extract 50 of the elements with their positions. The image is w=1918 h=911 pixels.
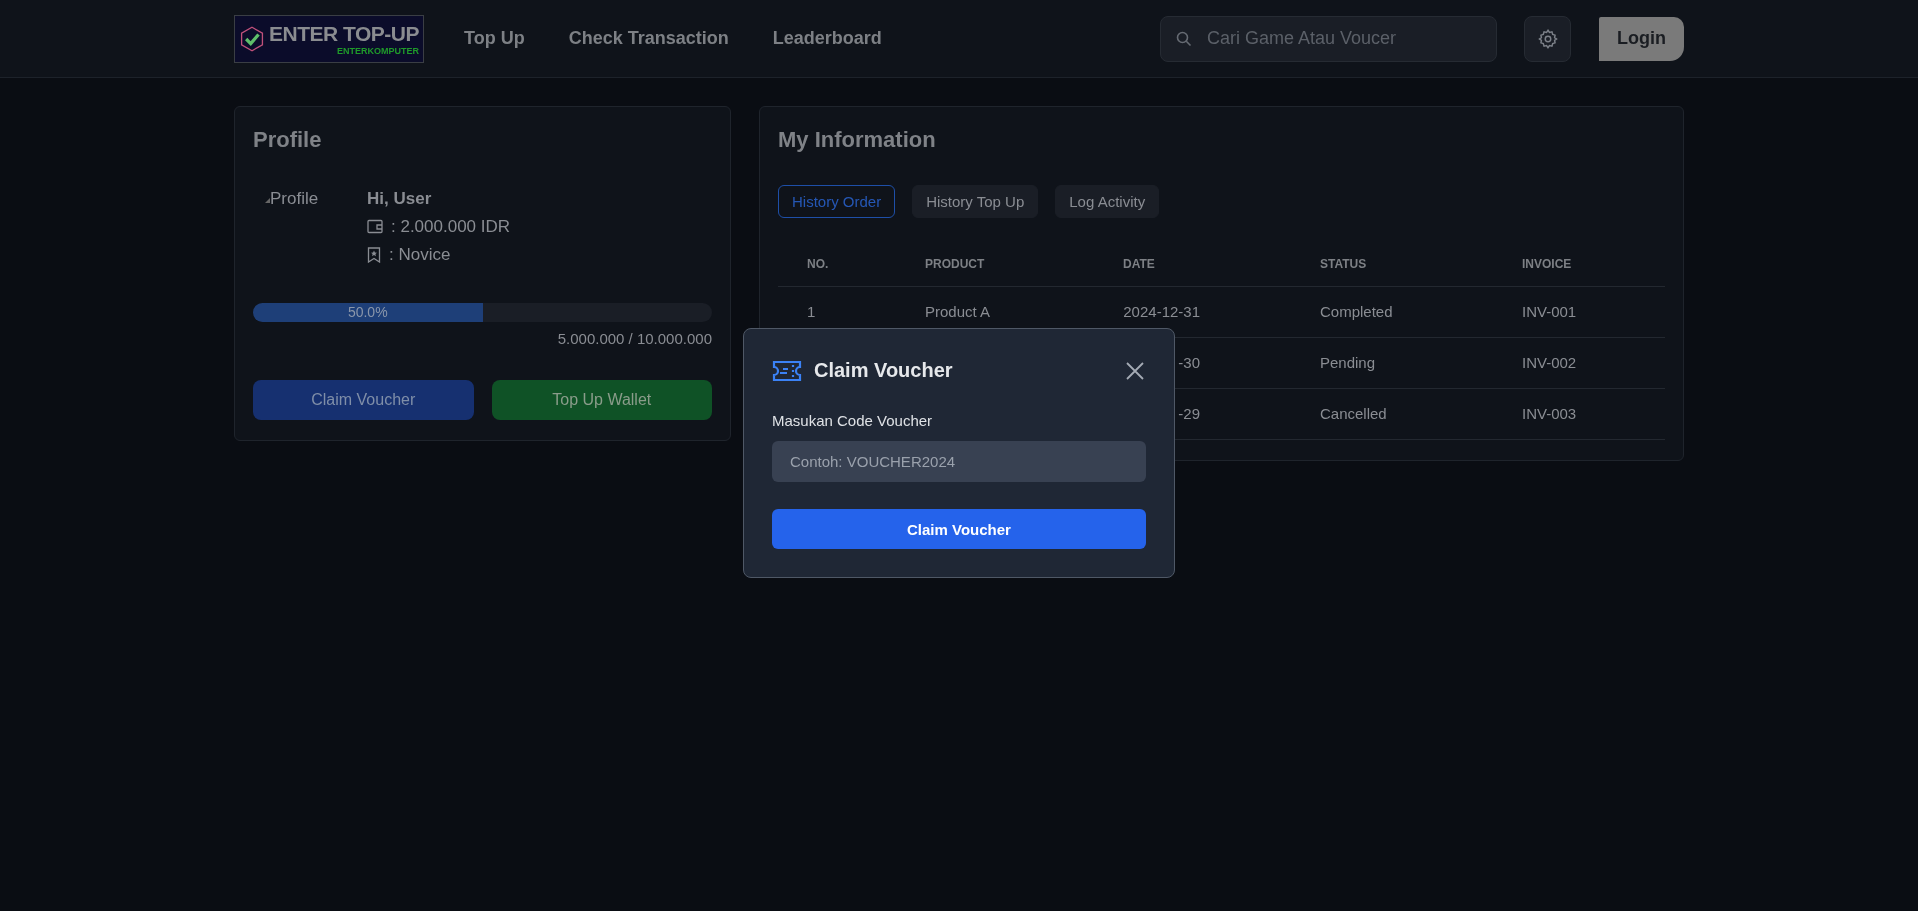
greeting: Hi, User (367, 188, 433, 209)
nav-link[interactable]: Leaderboard (772, 28, 882, 49)
column-header: DATE (1122, 256, 1156, 271)
table-cell: -30 (1178, 354, 1200, 372)
progress-label: 50.0% (347, 304, 388, 321)
settings-button[interactable] (1524, 15, 1571, 62)
dialog-title: Claim Voucher (814, 359, 954, 382)
broken-image-icon (265, 197, 270, 203)
nav-link[interactable]: Check Transaction (568, 28, 729, 49)
table-cell: Completed (1320, 303, 1393, 321)
close-button[interactable] (1124, 359, 1146, 382)
tab[interactable]: History Order (778, 184, 896, 218)
table-cell: INV-002 (1522, 354, 1577, 372)
table-cell: 2024-12-31 (1123, 303, 1200, 321)
column-header: INVOICE (1521, 256, 1573, 271)
ticket-icon (772, 359, 802, 382)
progress-reading: 5.000.000 / 10.000.000 (556, 329, 712, 347)
action-button[interactable]: Claim Voucher (253, 379, 474, 420)
logo-subtitle: ENTERKOMPUTER (337, 45, 419, 56)
table-cell: Product A (925, 303, 991, 321)
column-header: NO. (806, 256, 830, 271)
login-button[interactable]: Login (1599, 16, 1684, 61)
column-header: PRODUCT (924, 256, 986, 271)
column-header: STATUS (1319, 256, 1368, 271)
balance-text: : 2.000.000 IDR (391, 216, 511, 237)
logo-title: ENTER TOP-UP (269, 21, 419, 46)
logo[interactable]: ENTER TOP-UP ENTERKOMPUTER (234, 14, 424, 63)
table-cell: INV-003 (1522, 405, 1577, 423)
search-field[interactable]: Cari Game Atau Voucer (1160, 15, 1497, 62)
card-title: My Information (778, 126, 937, 154)
avatar-alt-text: Profile (270, 188, 319, 209)
bookmark-star-icon (367, 246, 381, 263)
close-icon (1126, 361, 1144, 380)
table-cell: -29 (1178, 405, 1200, 423)
rank-text: : Novice (389, 244, 451, 265)
nav-link[interactable]: Top Up (464, 28, 525, 49)
table-cell: Pending (1320, 354, 1376, 372)
table-cell: INV-001 (1522, 303, 1577, 321)
wallet-icon (367, 219, 383, 235)
voucher-code-field[interactable]: Contoh: VOUCHER2024 (772, 441, 1146, 482)
action-button[interactable]: Top Up Wallet (491, 379, 712, 420)
settings-icon (1536, 27, 1559, 50)
search-icon (1176, 30, 1192, 47)
card-title: Profile (253, 126, 323, 154)
tab[interactable]: Log Activity (1055, 184, 1160, 218)
table-cell: Cancelled (1320, 405, 1387, 423)
tab[interactable]: History Top Up (912, 184, 1039, 218)
claim-voucher-button[interactable]: Claim Voucher (772, 509, 1146, 549)
field-label: Masukan Code Voucher (772, 412, 934, 429)
table-cell: 1 (807, 303, 816, 321)
